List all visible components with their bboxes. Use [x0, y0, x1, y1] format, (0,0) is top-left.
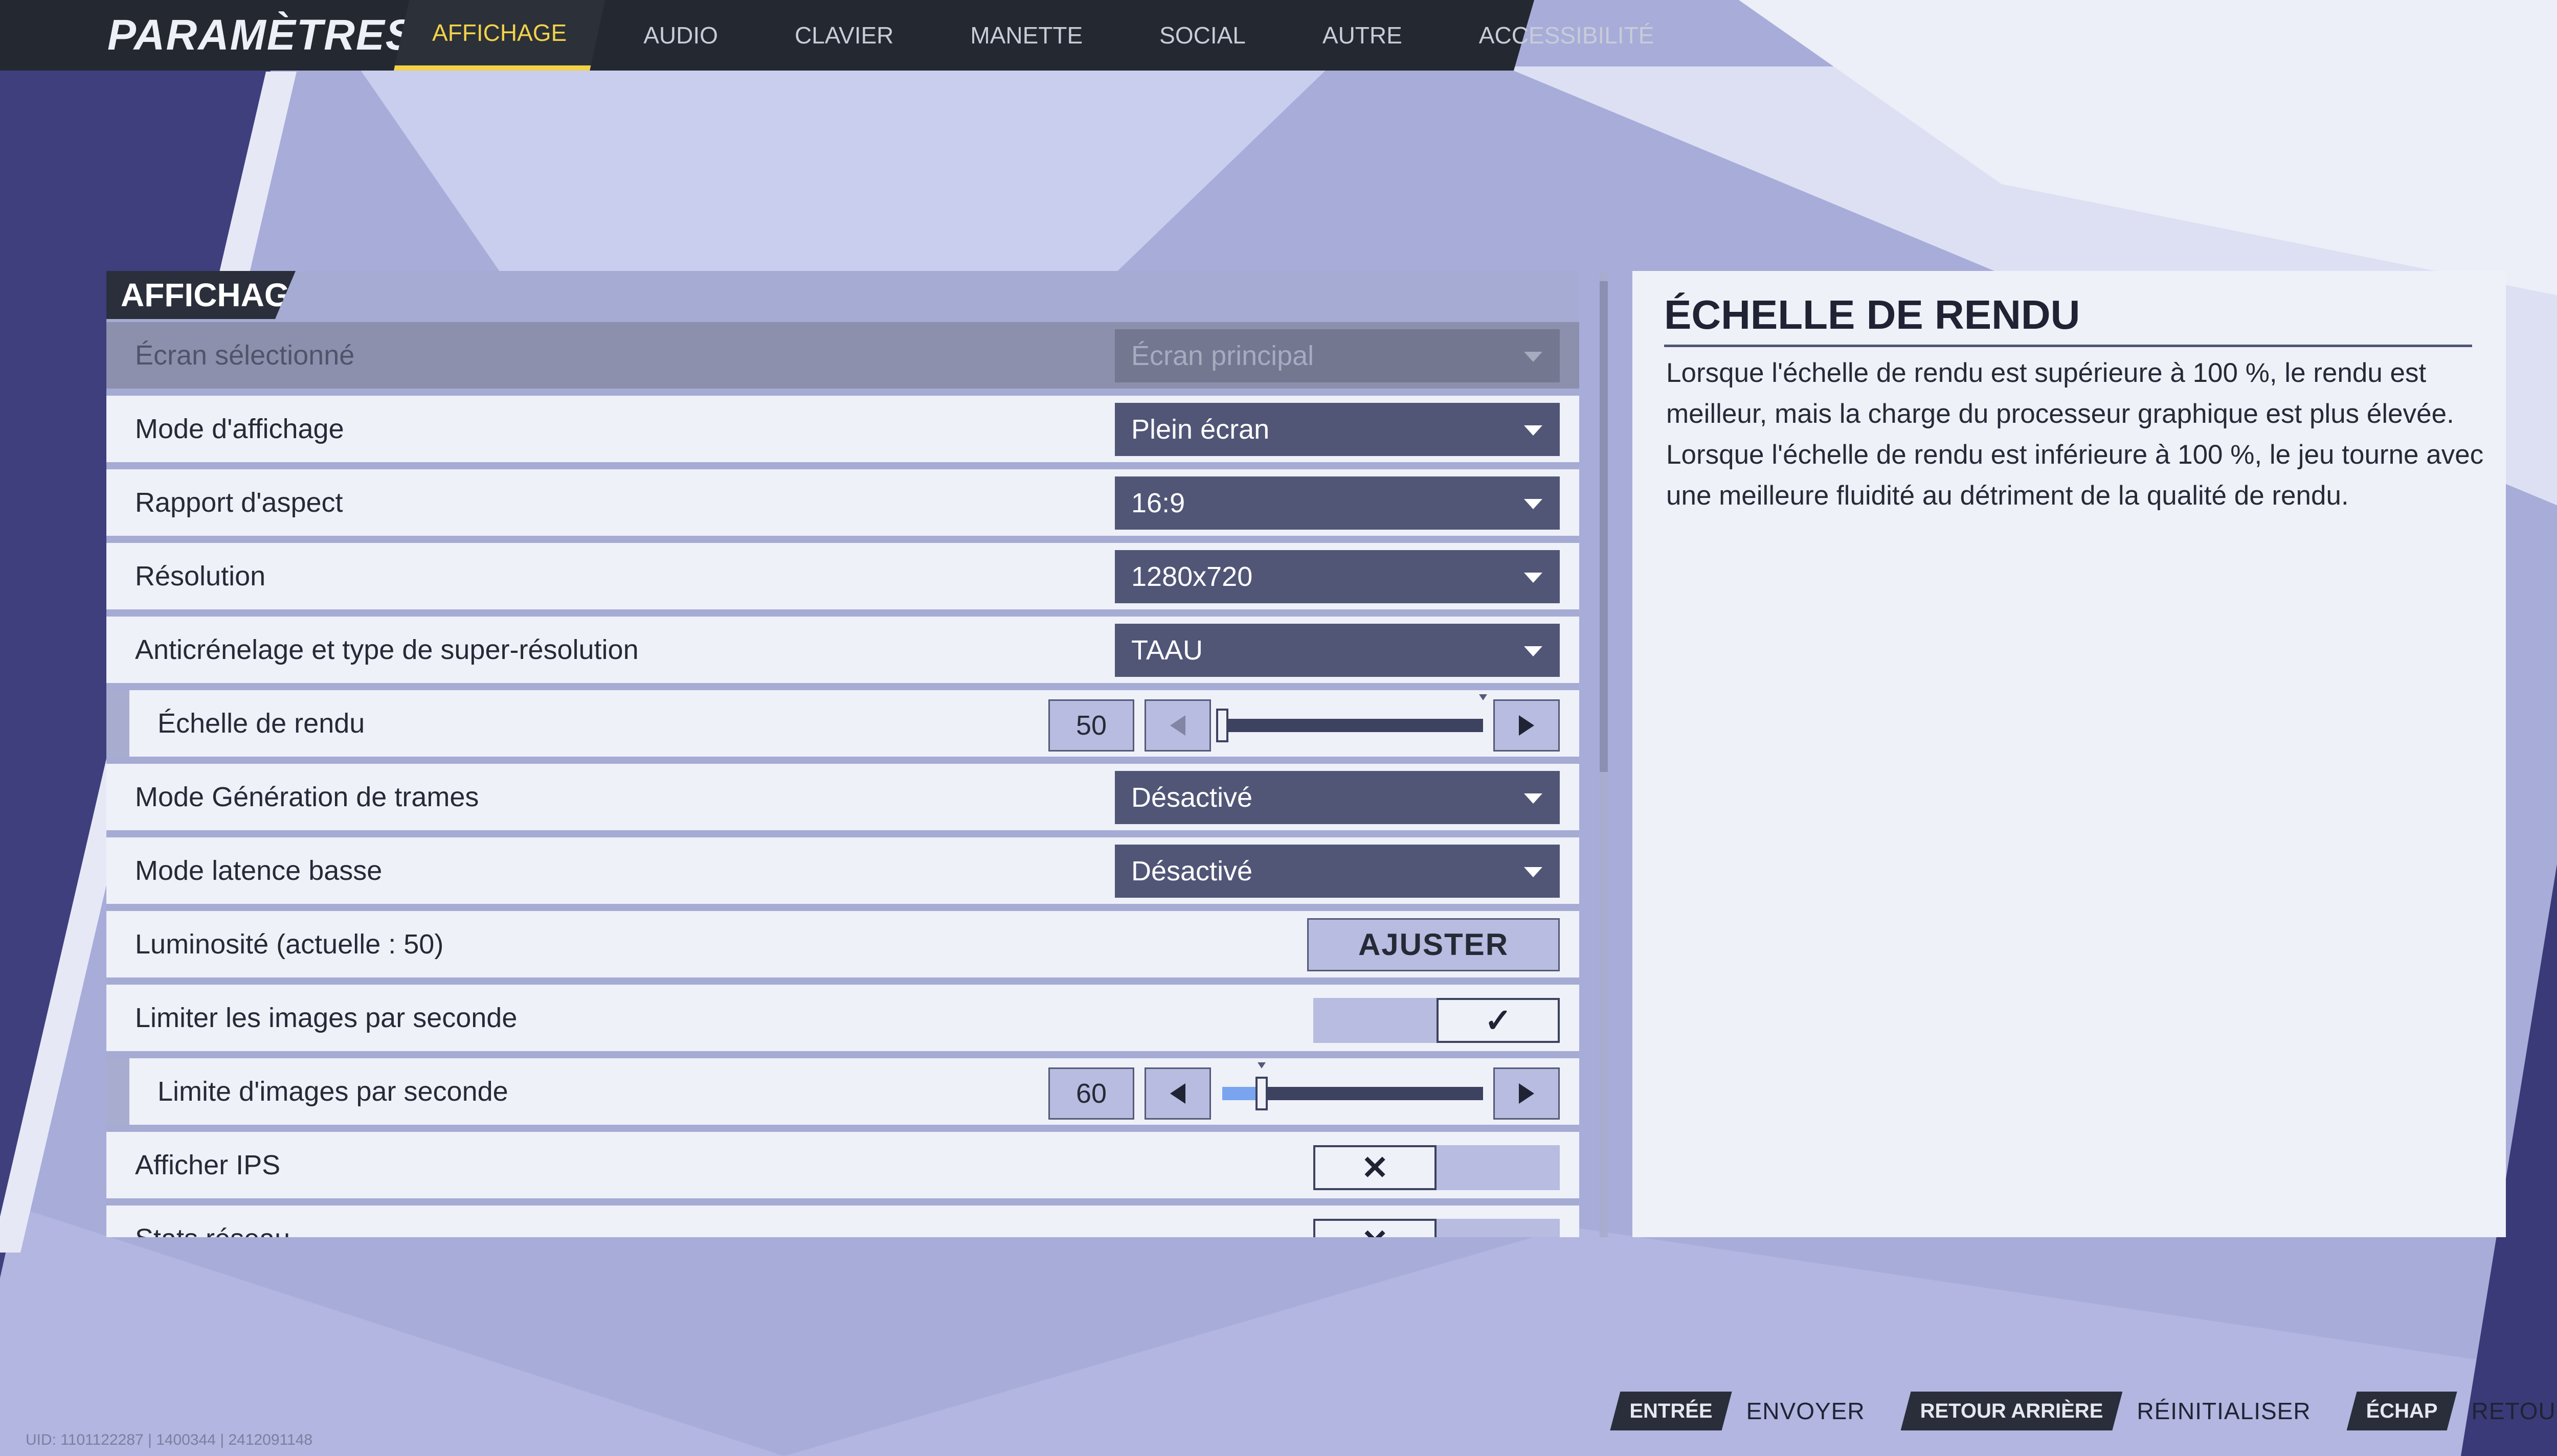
mode-affichage-dropdown[interactable]: Plein écran — [1115, 403, 1560, 456]
echelle-rendu-increase-button[interactable] — [1493, 699, 1560, 752]
resolution-dropdown[interactable]: 1280x720 — [1115, 550, 1560, 603]
dropdown-value: Écran principal — [1131, 340, 1314, 371]
arrow-right-icon — [1519, 1083, 1534, 1104]
limite-images-value: 60 — [1048, 1067, 1134, 1120]
hint-label: ENVOYER — [1746, 1398, 1865, 1424]
generation-trames-dropdown[interactable]: Désactivé — [1115, 771, 1560, 824]
description-text: Lorsque l'échelle de rendu est supérieur… — [1666, 358, 2484, 511]
limite-images-slider[interactable] — [1222, 1062, 1483, 1110]
caret-down-icon — [1524, 573, 1542, 583]
dropdown-value: Désactivé — [1131, 856, 1253, 886]
setting-row-afficher-ips[interactable]: Afficher IPS ✕ — [106, 1132, 1579, 1198]
cross-icon: ✕ — [1361, 1222, 1389, 1238]
setting-row-stats-reseau[interactable]: Stats réseau ✕ — [106, 1205, 1579, 1237]
section-title: AFFICHAGE — [106, 271, 296, 319]
setting-row-ecran-selectionne[interactable]: Écran sélectionné Écran principal — [106, 322, 1579, 389]
caret-down-icon — [1524, 352, 1542, 362]
keycap-entree: ENTRÉE — [1610, 1392, 1732, 1430]
setting-label: Luminosité (actuelle : 50) — [135, 929, 444, 960]
setting-row-latence-basse[interactable]: Mode latence basse Désactivé — [106, 837, 1579, 904]
setting-row-limite-images[interactable]: Limite d'images par seconde 60 — [106, 1058, 1579, 1125]
app-title: PARAMÈTRES — [107, 11, 415, 59]
stats-reseau-toggle[interactable]: ✕ — [1313, 1219, 1560, 1237]
settings-scrollbar[interactable] — [1600, 271, 1608, 1237]
rapport-aspect-dropdown[interactable]: 16:9 — [1115, 476, 1560, 530]
tab-audio[interactable]: AUDIO — [605, 0, 756, 71]
hint-reinitialiser[interactable]: RETOUR ARRIÈRE RÉINITIALISER — [1901, 1392, 2311, 1430]
slider-thumb[interactable] — [1255, 1077, 1268, 1110]
dropdown-value: Plein écran — [1131, 414, 1270, 445]
setting-label: Écran sélectionné — [135, 340, 355, 371]
scrollbar-thumb[interactable] — [1600, 281, 1608, 772]
setting-label: Mode latence basse — [135, 855, 383, 886]
limite-images-increase-button[interactable] — [1493, 1067, 1560, 1120]
echelle-rendu-slider[interactable] — [1216, 694, 1487, 742]
dropdown-value: Désactivé — [1131, 782, 1253, 813]
key-hints: ENTRÉE ENVOYER RETOUR ARRIÈRE RÉINITIALI… — [1574, 1388, 2557, 1434]
echelle-rendu-decrease-button[interactable] — [1145, 699, 1211, 752]
tab-autre[interactable]: AUTRE — [1284, 0, 1441, 71]
hint-label: RETOUR — [2471, 1398, 2557, 1424]
uid-text: UID: 1101122287 | 1400344 | 2412091148 — [26, 1431, 313, 1448]
cross-icon: ✕ — [1361, 1149, 1389, 1186]
caret-down-icon — [1524, 425, 1542, 436]
hint-envoyer[interactable]: ENTRÉE ENVOYER — [1610, 1392, 1865, 1430]
setting-row-luminosite[interactable]: Luminosité (actuelle : 50) AJUSTER — [106, 911, 1579, 977]
setting-label: Résolution — [135, 561, 266, 592]
setting-label: Mode Génération de trames — [135, 782, 479, 812]
settings-list: Écran sélectionné Écran principal Mode d… — [106, 322, 1579, 1237]
tab-social[interactable]: SOCIAL — [1121, 0, 1284, 71]
description-panel: ÉCHELLE DE RENDU Lorsque l'échelle de re… — [1632, 271, 2506, 1237]
setting-label: Échelle de rendu — [158, 708, 365, 739]
afficher-ips-toggle[interactable]: ✕ — [1313, 1145, 1560, 1190]
setting-row-rapport-aspect[interactable]: Rapport d'aspect 16:9 — [106, 469, 1579, 536]
arrow-left-icon — [1170, 1083, 1185, 1104]
tab-accessibilite[interactable]: ACCESSIBILITÉ — [1441, 0, 1693, 71]
setting-label: Limite d'images par seconde — [158, 1076, 508, 1107]
caret-down-icon — [1524, 499, 1542, 509]
caret-down-icon — [1524, 646, 1542, 656]
setting-row-echelle-rendu[interactable]: Échelle de rendu 50 — [106, 690, 1579, 757]
latence-basse-dropdown[interactable]: Désactivé — [1115, 845, 1560, 898]
hint-retour[interactable]: ÉCHAP RETOUR — [2347, 1392, 2557, 1430]
ajuster-button[interactable]: AJUSTER — [1307, 918, 1560, 971]
setting-row-resolution[interactable]: Résolution 1280x720 — [106, 543, 1579, 609]
limiter-images-toggle[interactable]: ✓ — [1313, 998, 1560, 1043]
setting-row-mode-affichage[interactable]: Mode d'affichage Plein écran — [106, 396, 1579, 462]
caret-down-icon — [1524, 793, 1542, 804]
checkmark-icon: ✓ — [1484, 1002, 1512, 1039]
dropdown-value: 16:9 — [1131, 488, 1185, 518]
keycap-echap: ÉCHAP — [2347, 1392, 2457, 1430]
description-title: ÉCHELLE DE RENDU — [1664, 291, 2472, 347]
setting-row-generation-trames[interactable]: Mode Génération de trames Désactivé — [106, 764, 1579, 830]
tab-clavier[interactable]: CLAVIER — [756, 0, 932, 71]
setting-label: Limiter les images par seconde — [135, 1003, 518, 1033]
tab-bar: AFFICHAGE AUDIO CLAVIER MANETTE SOCIAL A… — [394, 0, 1692, 71]
setting-row-anticrenelage[interactable]: Anticrénelage et type de super-résolutio… — [106, 617, 1579, 683]
dropdown-value: TAAU — [1131, 635, 1203, 666]
setting-label: Afficher IPS — [135, 1150, 281, 1180]
tab-affichage[interactable]: AFFICHAGE — [394, 0, 605, 71]
setting-label: Anticrénelage et type de super-résolutio… — [135, 634, 639, 665]
keycap-retour-arriere: RETOUR ARRIÈRE — [1901, 1392, 2123, 1430]
arrow-right-icon — [1519, 715, 1534, 736]
dropdown-value: 1280x720 — [1131, 561, 1253, 592]
hint-label: RÉINITIALISER — [2137, 1398, 2311, 1424]
tab-manette[interactable]: MANETTE — [932, 0, 1121, 71]
anticrenelage-dropdown[interactable]: TAAU — [1115, 624, 1560, 677]
setting-label: Stats réseau — [135, 1205, 290, 1237]
limite-images-decrease-button[interactable] — [1145, 1067, 1211, 1120]
setting-label: Mode d'affichage — [135, 414, 344, 444]
echelle-rendu-value: 50 — [1048, 699, 1134, 752]
setting-row-limiter-images[interactable]: Limiter les images par seconde ✓ — [106, 985, 1579, 1051]
arrow-left-icon — [1170, 715, 1185, 736]
setting-label: Rapport d'aspect — [135, 487, 343, 518]
slider-thumb[interactable] — [1216, 709, 1228, 742]
settings-panel: AFFICHAGE Écran sélectionné Écran princi… — [106, 271, 1579, 1237]
ecran-selectionne-dropdown[interactable]: Écran principal — [1115, 329, 1560, 382]
caret-down-icon — [1524, 867, 1542, 877]
